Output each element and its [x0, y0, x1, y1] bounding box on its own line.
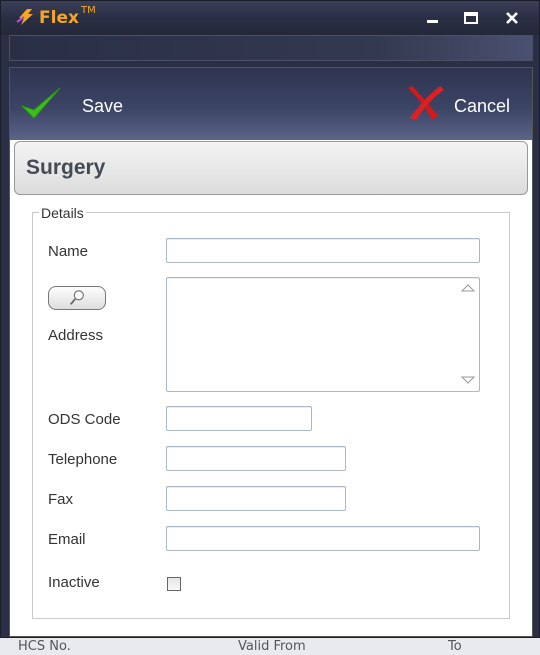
telephone-field[interactable] [166, 446, 346, 471]
dialog-toolbar: Save Cancel [10, 68, 532, 140]
menu-bar [9, 35, 533, 61]
flex-logo-icon [16, 9, 33, 25]
scroll-up-icon[interactable] [461, 284, 475, 292]
check-icon [21, 87, 61, 119]
telephone-label: Telephone [48, 451, 118, 468]
bg-column-to: To [448, 639, 462, 654]
magnifier-icon [70, 290, 84, 305]
cancel-button[interactable]: Cancel [402, 78, 526, 130]
fax-field[interactable] [166, 486, 346, 511]
fax-label: Fax [48, 491, 74, 508]
ods-code-label: ODS Code [48, 411, 121, 428]
address-search-button[interactable] [48, 286, 106, 310]
bg-column-valid-from: Valid From [238, 639, 306, 654]
ods-code-field[interactable] [166, 406, 312, 431]
section-title: Surgery [26, 156, 106, 179]
trademark-mark: TM [81, 5, 96, 16]
details-groupbox: Details Name Address ODS Code Telephone [32, 205, 510, 619]
minimize-icon[interactable] [425, 11, 441, 25]
name-field[interactable] [166, 238, 480, 263]
name-label: Name [48, 243, 89, 260]
inactive-label: Inactive [48, 574, 100, 591]
surgery-dialog: Save Cancel Surgery Details Name Address… [9, 67, 533, 637]
app-window: Flex TM Save Cancel Surgery Details Name… [0, 0, 540, 638]
background-grid-header: HCS No. Valid From To [0, 636, 540, 655]
save-button[interactable]: Save [16, 78, 126, 130]
save-label: Save [82, 96, 124, 116]
scroll-down-icon[interactable] [461, 376, 475, 384]
close-icon[interactable] [504, 11, 520, 25]
maximize-icon[interactable] [463, 11, 479, 25]
title-bar[interactable]: Flex TM [1, 1, 539, 35]
address-field[interactable] [166, 277, 480, 392]
inactive-checkbox[interactable] [167, 577, 181, 591]
bg-column-hcs-no: HCS No. [18, 639, 71, 654]
cancel-x-icon [408, 86, 444, 120]
email-field[interactable] [166, 526, 480, 551]
cancel-label: Cancel [454, 96, 511, 116]
email-label: Email [48, 531, 86, 548]
details-legend: Details [39, 205, 86, 221]
address-label: Address [48, 327, 104, 344]
app-name: Flex [39, 8, 79, 28]
section-header: Surgery [14, 141, 528, 195]
